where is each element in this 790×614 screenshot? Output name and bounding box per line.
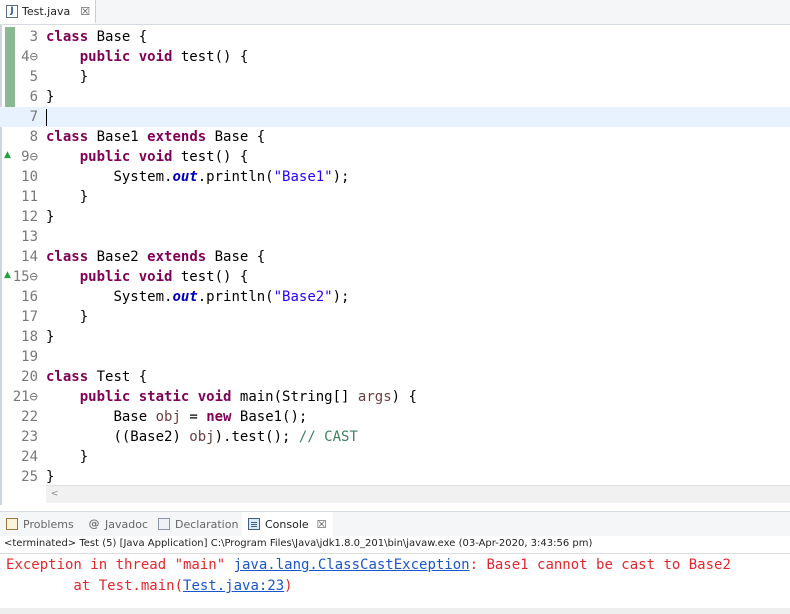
line-number[interactable]: 21⊖ bbox=[0, 387, 38, 407]
code-line: 10 System.out.println("Base1"); bbox=[0, 167, 790, 187]
code-text: } bbox=[46, 209, 55, 225]
code-line: 21⊖ public static void main(String[] arg… bbox=[0, 387, 790, 407]
tab-javadoc[interactable]: @ Javadoc bbox=[88, 512, 149, 536]
console-error-line: Exception in thread "main" java.lang.Cla… bbox=[6, 557, 731, 573]
tab-console[interactable]: Console ☒ bbox=[242, 512, 333, 536]
current-line-highlight: 7 bbox=[0, 107, 790, 127]
code-line: 11 } bbox=[0, 187, 790, 207]
code-line: 24 } bbox=[0, 447, 790, 467]
line-number[interactable]: 9⊖ bbox=[0, 147, 38, 167]
line-number: 20 bbox=[21, 369, 38, 385]
tab-label: Javadoc bbox=[105, 517, 148, 531]
code-text: Base obj = new Base1(); bbox=[113, 409, 308, 425]
problems-icon bbox=[6, 518, 18, 530]
code-text: } bbox=[46, 89, 55, 105]
scroll-left-icon[interactable]: < bbox=[46, 486, 63, 503]
code-line: 4⊖ public void test() { bbox=[0, 47, 790, 67]
line-number: 12 bbox=[21, 209, 38, 225]
divider bbox=[0, 553, 790, 554]
code-line: 17 } bbox=[0, 307, 790, 327]
line-number: 3 bbox=[29, 29, 38, 45]
close-icon[interactable]: ☒ bbox=[317, 518, 327, 531]
editor-tab-bar: J Test.java ☒ bbox=[0, 0, 790, 25]
editor-tab-test-java[interactable]: J Test.java ☒ bbox=[0, 0, 96, 24]
code-line: ▲ 9⊖ public void test() { bbox=[0, 147, 790, 167]
tab-label: Declaration bbox=[175, 517, 239, 531]
line-number: 11 bbox=[21, 189, 38, 205]
line-number: 10 bbox=[21, 169, 38, 185]
console-icon bbox=[248, 518, 260, 530]
close-icon[interactable]: ☒ bbox=[80, 5, 90, 18]
code-text: public void test() { bbox=[79, 49, 249, 65]
code-line: 18 } bbox=[0, 327, 790, 347]
code-text: System.out.println("Base1"); bbox=[113, 169, 350, 185]
view-tab-bar: Problems @ Javadoc Declaration Console ☒ bbox=[0, 511, 790, 537]
tab-label: Problems bbox=[23, 517, 74, 531]
line-number: 25 bbox=[21, 469, 38, 485]
line-number: 19 bbox=[21, 349, 38, 365]
code-line: 22 Base obj = new Base1(); bbox=[0, 407, 790, 427]
code-text: public void test() { bbox=[79, 149, 249, 165]
code-line: 12 } bbox=[0, 207, 790, 227]
console-status: <terminated> Test (5) [Java Application]… bbox=[4, 538, 593, 549]
line-number[interactable]: 15⊖ bbox=[0, 267, 38, 287]
declaration-icon bbox=[158, 518, 170, 530]
bottom-scrollbar[interactable] bbox=[0, 608, 790, 614]
code-line: ▲ 15⊖ public void test() { bbox=[0, 267, 790, 287]
code-text: } bbox=[46, 469, 55, 485]
code-line: 16 System.out.println("Base2"); bbox=[0, 287, 790, 307]
line-number: 22 bbox=[21, 409, 38, 425]
code-text: class Base1 extends Base { bbox=[46, 129, 266, 145]
code-text: System.out.println("Base2"); bbox=[113, 289, 350, 305]
code-text: class Base2 extends Base { bbox=[46, 249, 266, 265]
java-file-icon: J bbox=[6, 4, 18, 18]
code-line: 13 bbox=[0, 227, 790, 247]
line-number: 23 bbox=[21, 429, 38, 445]
code-line: 3 class Base { bbox=[0, 27, 790, 47]
code-text: class Test { bbox=[46, 369, 148, 385]
horizontal-scrollbar[interactable]: < bbox=[46, 485, 790, 503]
code-line: 20 class Test { bbox=[0, 367, 790, 387]
code-line: 23 ((Base2) obj).test(); // CAST bbox=[0, 427, 790, 447]
code-line: 8 class Base1 extends Base { bbox=[0, 127, 790, 147]
exception-link[interactable]: java.lang.ClassCastException bbox=[234, 557, 470, 573]
line-number: 16 bbox=[21, 289, 38, 305]
tab-declaration[interactable]: Declaration bbox=[158, 512, 238, 536]
code-text: public void test() { bbox=[79, 269, 249, 285]
line-number: 14 bbox=[21, 249, 38, 265]
code-editor[interactable]: 3 class Base { 4⊖ public void test() { 5… bbox=[0, 25, 790, 505]
line-number: 18 bbox=[21, 329, 38, 345]
code-text: } bbox=[79, 309, 89, 325]
text-caret bbox=[46, 109, 47, 126]
line-number: 8 bbox=[29, 129, 38, 145]
code-text: } bbox=[79, 69, 89, 85]
javadoc-icon: @ bbox=[88, 517, 100, 530]
console-output[interactable]: <terminated> Test (5) [Java Application]… bbox=[0, 536, 790, 614]
code-line: 6 } bbox=[0, 87, 790, 107]
code-text: ((Base2) obj).test(); // CAST bbox=[113, 429, 358, 445]
editor-tab-label: Test.java bbox=[22, 4, 71, 18]
line-number: 17 bbox=[21, 309, 38, 325]
code-text: public static void main(String[] args) { bbox=[79, 389, 417, 405]
line-number: 7 bbox=[29, 109, 38, 125]
code-line: 19 bbox=[0, 347, 790, 367]
line-number: 13 bbox=[21, 229, 38, 245]
stacktrace-link[interactable]: Test.java:23 bbox=[183, 578, 284, 594]
code-text: } bbox=[79, 449, 89, 465]
code-text: } bbox=[46, 329, 55, 345]
console-error-line: at Test.main(Test.java:23) bbox=[6, 578, 293, 594]
tab-label: Console bbox=[265, 517, 309, 531]
code-text: class Base { bbox=[46, 29, 148, 45]
code-line: 14 class Base2 extends Base { bbox=[0, 247, 790, 267]
code-text: } bbox=[79, 189, 89, 205]
line-number: 6 bbox=[29, 89, 38, 105]
code-line: 5 } bbox=[0, 67, 790, 87]
tab-problems[interactable]: Problems bbox=[6, 512, 74, 536]
line-number[interactable]: 4⊖ bbox=[0, 47, 38, 67]
line-number: 24 bbox=[21, 449, 38, 465]
line-number: 5 bbox=[29, 69, 38, 85]
code-line: 25 } bbox=[0, 467, 790, 487]
